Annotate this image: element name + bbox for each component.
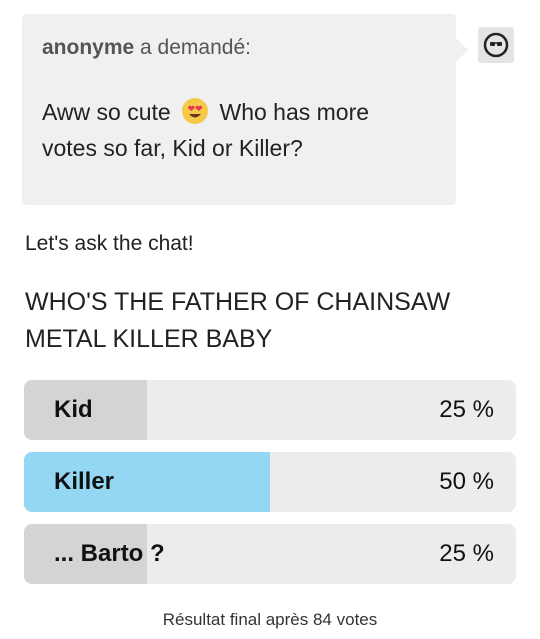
poll-option-barto[interactable]: ... Barto ? 25 % (24, 524, 516, 584)
poll-title: WHO'S THE FATHER OF CHAINSAW METAL KILLE… (25, 288, 451, 353)
heart-eyes-emoji-icon (181, 97, 209, 125)
question-text: Aww so cute Who has more votes so far, K… (42, 94, 422, 166)
ask-bubble: anonyme a demandé: Aww so cute Who has m… (22, 14, 468, 205)
poll-option-percent: 25 % (439, 396, 494, 423)
poll-option-percent: 50 % (439, 468, 494, 495)
question-part-1: Aww so cute (42, 99, 171, 125)
answer-text: Let's ask the chat! (25, 232, 194, 255)
poll-option-kid[interactable]: Kid 25 % (24, 380, 516, 440)
poll-option-label: Kid (54, 396, 93, 423)
poll-option-percent: 25 % (439, 540, 494, 567)
asker-line: anonyme a demandé: (42, 36, 251, 60)
asker-name[interactable]: anonyme (42, 36, 134, 59)
poll-option-label: Killer (54, 468, 115, 495)
asked-label: a demandé: (140, 36, 251, 59)
poll-option-killer[interactable]: Killer 50 % (24, 452, 516, 512)
sunglasses-avatar-icon[interactable] (478, 27, 514, 63)
poll-option-label: ... Barto ? (54, 540, 165, 567)
poll-result-footer: Résultat final après 84 votes (162, 610, 378, 629)
